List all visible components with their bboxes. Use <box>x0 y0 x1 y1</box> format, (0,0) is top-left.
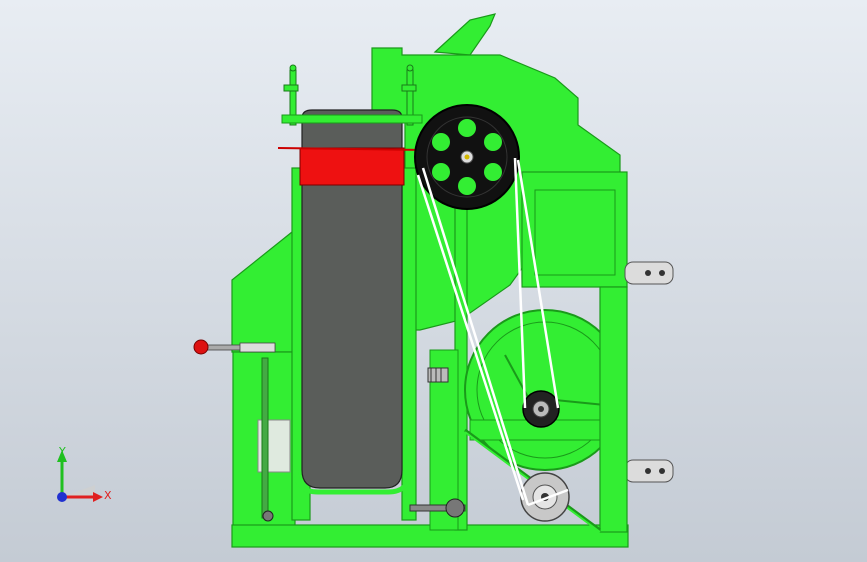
tension-spring <box>427 367 449 383</box>
z-axis-dot <box>57 492 67 502</box>
right-bracket-lower <box>624 459 674 483</box>
left-chute <box>231 230 297 353</box>
axis-triad: Y X <box>57 445 112 502</box>
lower-right-frame <box>599 286 628 533</box>
right-frame-box <box>521 171 628 288</box>
lower-pulley <box>520 472 570 522</box>
intake-hopper <box>433 13 497 56</box>
right-bracket-upper <box>624 261 674 285</box>
machine-drawing: Y X <box>57 13 674 548</box>
y-axis-label: Y <box>58 445 66 458</box>
red-cutter-band <box>299 147 405 186</box>
cad-viewport[interactable]: Y X <box>0 0 867 562</box>
middle-pulley <box>522 390 560 428</box>
x-axis-label: X <box>104 489 112 502</box>
